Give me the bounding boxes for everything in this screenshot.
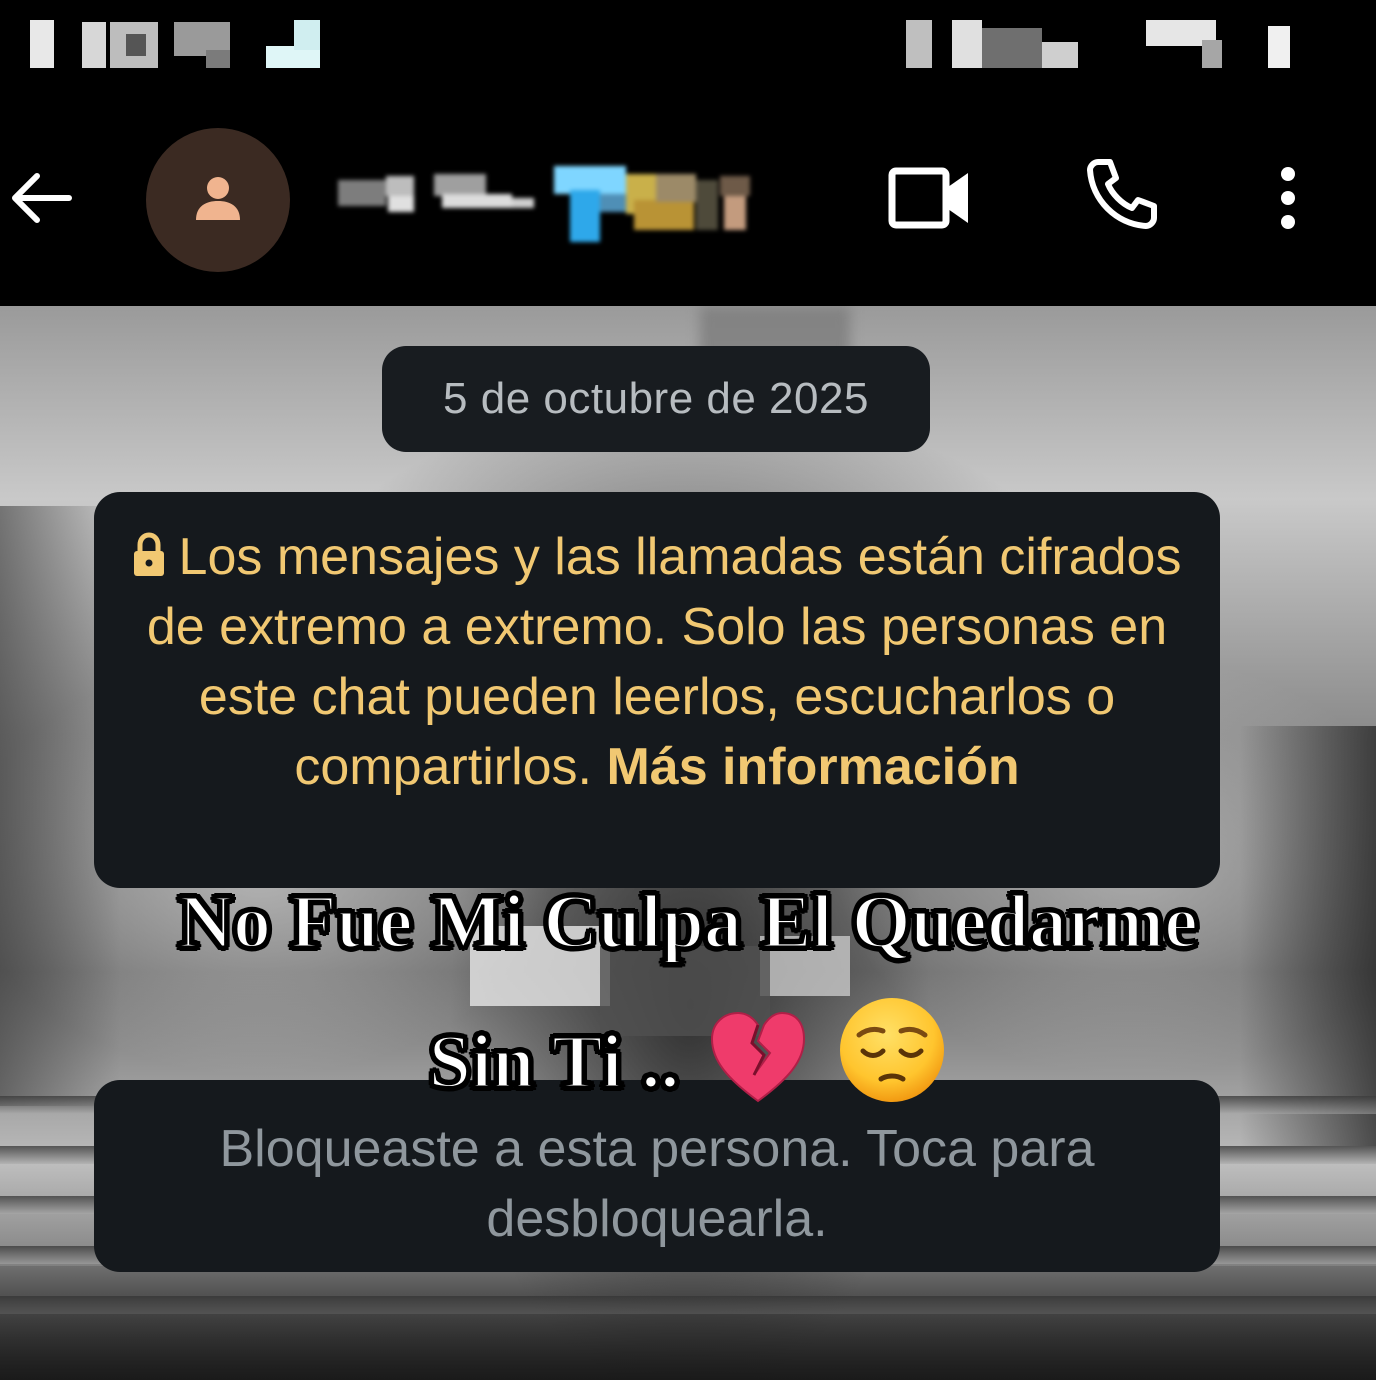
arrow-left-icon (7, 170, 73, 231)
date-divider: 5 de octubre de 2025 (382, 346, 930, 452)
caption-line-1: No Fue Mi Culpa El Quedarme (177, 879, 1200, 966)
back-button[interactable] (0, 150, 80, 250)
video-call-button[interactable] (880, 150, 980, 250)
contact-avatar[interactable] (146, 128, 290, 272)
phone-icon (1084, 156, 1160, 237)
more-info-link[interactable]: Más información (606, 738, 1019, 796)
more-options-button[interactable] (1256, 150, 1320, 250)
status-bar-indicators-censored (906, 20, 1290, 70)
contact-name-censored[interactable] (338, 160, 778, 244)
voice-call-button[interactable] (1072, 146, 1172, 246)
status-bar-time-censored (30, 20, 320, 70)
video-camera-icon (888, 165, 972, 236)
person-icon (194, 174, 242, 227)
date-divider-label: 5 de octubre de 2025 (443, 374, 869, 423)
caption-line-2: Sin Ti .. (427, 1019, 681, 1106)
broken-heart-emoji (708, 1009, 808, 1150)
more-vertical-icon (1276, 166, 1300, 235)
pensive-face-emoji (837, 995, 947, 1150)
caption-line-2-row: Sin Ti .. (60, 992, 1316, 1150)
status-bar (0, 0, 1376, 110)
chat-screen: 5 de octubre de 2025 Los mensajes y las … (0, 0, 1376, 1380)
chat-header (0, 110, 1376, 306)
encryption-notice[interactable]: Los mensajes y las llamadas están cifrad… (94, 492, 1220, 888)
chat-background: 5 de octubre de 2025 Los mensajes y las … (0, 306, 1376, 1380)
overlay-caption: No Fue Mi Culpa El Quedarme Sin Ti .. (60, 852, 1316, 1150)
lock-icon (133, 526, 165, 576)
encryption-notice-text-block: Los mensajes y las llamadas están cifrad… (124, 522, 1190, 802)
